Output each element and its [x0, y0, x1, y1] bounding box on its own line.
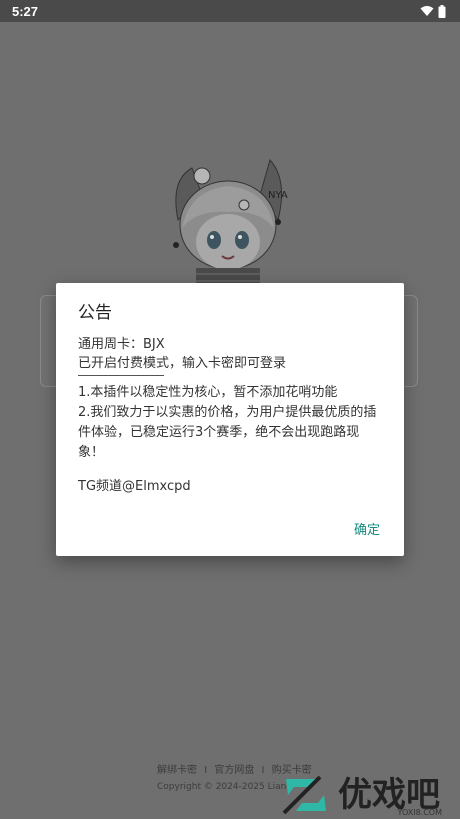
- confirm-button[interactable]: 确定: [354, 519, 380, 538]
- link-separator: I: [261, 765, 265, 776]
- dialog-title: 公告: [78, 303, 112, 323]
- watermark-url: YOXI8.COM: [397, 808, 443, 817]
- copyright-text: Copyright © 2024-2025 Liang: [157, 782, 293, 792]
- dialog-weekly-card-line: 通用周卡：BJX: [78, 337, 165, 352]
- dialog-spacer: [78, 463, 382, 477]
- dialog-paragraph-2: 2.我们致力于以实惠的价格，为用户提供最优质的插件体验，已稳定运行3个赛季，绝不…: [78, 405, 377, 460]
- status-icons: [420, 4, 446, 18]
- svg-text:NYA: NYA: [268, 190, 288, 201]
- announcement-dialog: 公告 通用周卡：BJX 已开启付费模式，输入卡密即可登录 1.本插件以稳定性为核…: [56, 283, 404, 556]
- dialog-tg-channel: TG频道@Elmxcpd: [78, 479, 191, 494]
- official-drive-link[interactable]: 官方网盘: [214, 765, 254, 776]
- dialog-paragraph-1: 1.本插件以稳定性为核心，暂不添加花哨功能: [78, 385, 338, 400]
- watermark-brand: 优戏吧: [338, 774, 440, 815]
- battery-icon: [438, 4, 446, 18]
- mascot-image: NYA: [173, 158, 288, 290]
- watermark-logo-icon: [282, 775, 326, 814]
- status-bar: 5:27: [0, 0, 460, 22]
- link-separator: I: [204, 765, 208, 776]
- status-time: 5:27: [12, 3, 39, 19]
- wifi-icon: [420, 6, 434, 16]
- dialog-divider: [78, 375, 164, 383]
- unbind-card-link[interactable]: 解绑卡密: [157, 765, 197, 776]
- dialog-paid-mode-line: 已开启付费模式，输入卡密即可登录: [78, 356, 287, 371]
- watermark: 优戏吧 YOXI8.COM: [280, 770, 460, 819]
